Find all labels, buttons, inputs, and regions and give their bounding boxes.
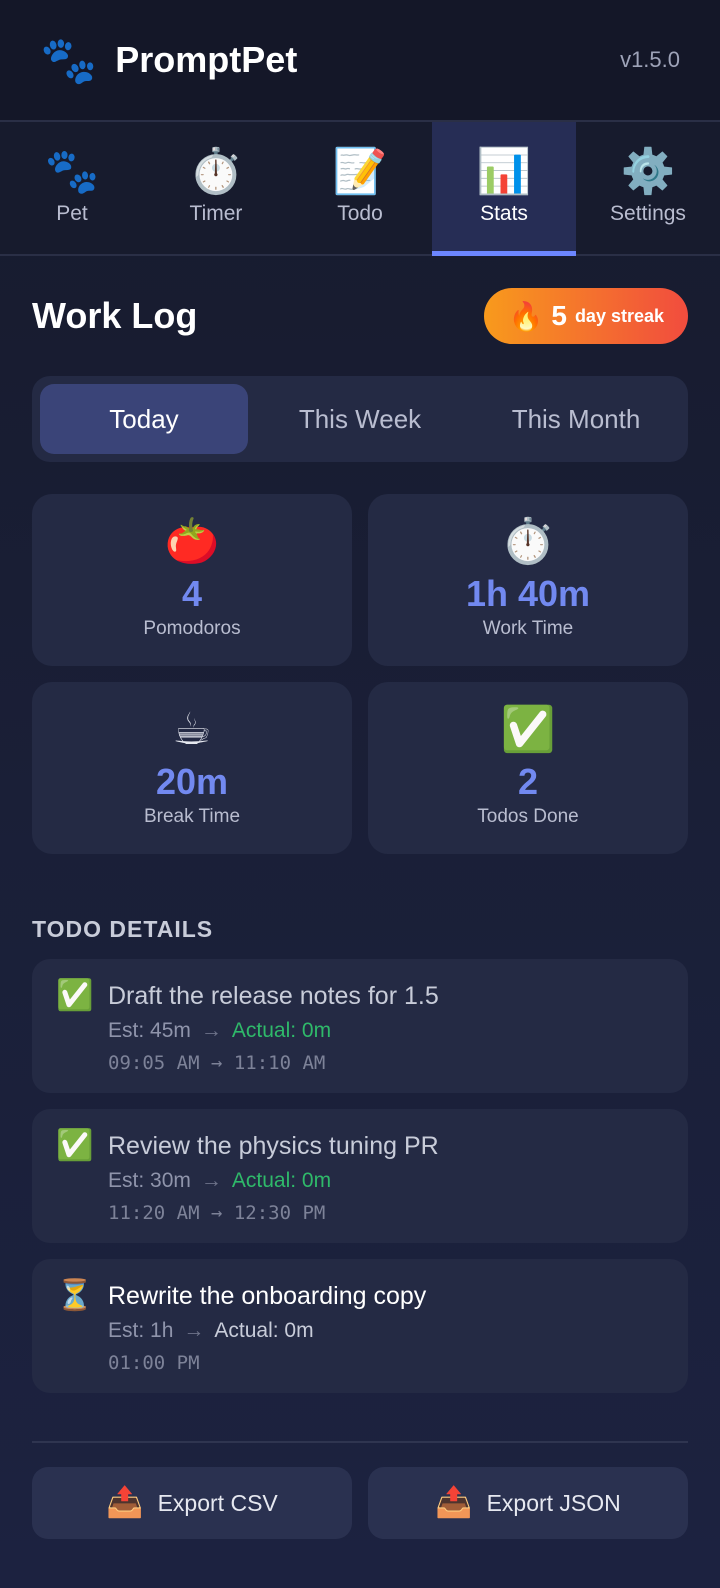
stopwatch-icon: ⏱️ — [500, 517, 556, 567]
range-this-week[interactable]: This Week — [256, 384, 464, 454]
export-json-button[interactable]: 📤 Export JSON — [368, 1467, 688, 1539]
stats-content: Work Log 🔥 5 day streak Today This Week … — [0, 288, 720, 1539]
brand: 🐾 PromptPet — [40, 37, 297, 83]
coffee-icon: ☕ — [172, 705, 212, 755]
todo-actual: Actual: 0m — [231, 1019, 332, 1042]
todo-list: ✅ Draft the release notes for 1.5 Est: 4… — [32, 959, 688, 1393]
todo-estimate: Est: 45m — [108, 1019, 191, 1042]
title-row: Work Log 🔥 5 day streak — [32, 288, 688, 344]
streak-count: 5 — [551, 300, 567, 331]
stat-card-work-time: ⏱️ 1h 40m Work Time — [368, 494, 688, 666]
tab-label: Stats — [480, 202, 528, 225]
tab-label: Todo — [337, 202, 383, 225]
check-icon: ✅ — [56, 1129, 94, 1162]
version-label: v1.5.0 — [620, 47, 680, 72]
tab-label: Timer — [189, 202, 243, 225]
stat-value: 1h 40m — [465, 573, 591, 615]
streak-badge: 🔥 5 day streak — [484, 288, 688, 344]
tab-label: Pet — [56, 202, 88, 225]
todo-estimate-row: Est: 45m → Actual: 0m — [108, 1017, 439, 1045]
todo-item: ✅ Draft the release notes for 1.5 Est: 4… — [32, 959, 688, 1093]
todo-estimate-row: Est: 30m → Actual: 0m — [108, 1167, 439, 1195]
export-csv-label: Export CSV — [157, 1489, 278, 1516]
todo-time-range: 01:00 PM — [108, 1352, 200, 1374]
page-title: Work Log — [32, 295, 198, 336]
check-icon: ✅ — [500, 705, 556, 755]
paw-icon: 🐾 — [44, 147, 100, 196]
app-header: 🐾 PromptPet v1.5.0 — [0, 0, 720, 122]
stat-label: Break Time — [143, 805, 241, 827]
stat-card-todos-done: ✅ 2 Todos Done — [368, 682, 688, 854]
stat-label: Pomodoros — [143, 617, 241, 639]
tab-label: Settings — [610, 202, 686, 225]
tab-timer[interactable]: ⏱️ Timer — [144, 122, 288, 254]
export-row: 📤 Export CSV 📤 Export JSON — [32, 1467, 688, 1539]
tab-settings[interactable]: ⚙️ Settings — [576, 122, 720, 254]
todo-estimate: Est: 30m — [108, 1169, 191, 1192]
todo-item: ⏳ Rewrite the onboarding copy Est: 1h → Ac… — [32, 1259, 688, 1393]
paw-icon: 🐾 — [40, 34, 98, 86]
todo-title: Draft the release notes for 1.5 — [108, 982, 439, 1010]
outbox-icon: 📤 — [435, 1486, 473, 1519]
stat-label: Work Time — [482, 617, 574, 639]
hourglass-icon: ⏳ — [56, 1279, 94, 1312]
stat-value: 20m — [155, 761, 229, 803]
todo-title: Review the physics tuning PR — [108, 1132, 439, 1160]
memo-icon: 📝 — [332, 147, 388, 196]
stat-label: Todos Done — [477, 805, 579, 827]
todo-item: ✅ Review the physics tuning PR Est: 30m →… — [32, 1109, 688, 1243]
main-tabs: 🐾 Pet ⏱️ Timer 📝 Todo 📊 Stats ⚙️ Setting… — [0, 122, 720, 256]
bar-chart-icon: 📊 — [476, 147, 532, 196]
todo-estimate: Est: 1h — [108, 1319, 174, 1342]
stats-grid: 🍅 4 Pomodoros ⏱️ 1h 40m Work Time ☕ 20m … — [32, 494, 688, 854]
todo-title: Rewrite the onboarding copy — [108, 1282, 427, 1310]
todo-actual: Actual: 0m — [214, 1319, 314, 1342]
export-json-label: Export JSON — [486, 1489, 621, 1516]
section-title: TODO DETAILS — [32, 916, 214, 942]
todo-time-range: 09:05 AM → 11:10 AM — [108, 1052, 326, 1074]
streak-label: day streak — [574, 305, 664, 326]
fire-icon: 🔥 — [508, 300, 544, 332]
app-name: PromptPet — [115, 39, 298, 80]
stopwatch-icon: ⏱️ — [188, 147, 244, 196]
tab-todo[interactable]: 📝 Todo — [288, 122, 432, 254]
gear-icon: ⚙️ — [620, 147, 676, 196]
tomato-icon: 🍅 — [164, 517, 220, 567]
stat-value: 2 — [517, 761, 539, 803]
range-today[interactable]: Today — [40, 384, 248, 454]
tab-stats[interactable]: 📊 Stats — [432, 122, 576, 256]
arrow-right-icon: → — [183, 1319, 205, 1342]
stat-value: 4 — [181, 573, 203, 615]
range-selector: Today This Week This Month — [32, 376, 688, 462]
arrow-right-icon: → — [200, 1019, 222, 1042]
todo-estimate-row: Est: 1h → Actual: 0m — [108, 1317, 426, 1345]
range-this-month[interactable]: This Month — [472, 384, 680, 454]
todo-time-range: 11:20 AM → 12:30 PM — [108, 1202, 326, 1224]
divider — [32, 1441, 688, 1443]
check-icon: ✅ — [56, 979, 94, 1012]
todo-actual: Actual: 0m — [231, 1169, 332, 1192]
tab-pet[interactable]: 🐾 Pet — [0, 122, 144, 254]
stat-card-pomodoros: 🍅 4 Pomodoros — [32, 494, 352, 666]
stat-card-break-time: ☕ 20m Break Time — [32, 682, 352, 854]
export-csv-button[interactable]: 📤 Export CSV — [32, 1467, 352, 1539]
arrow-right-icon: → — [200, 1169, 222, 1192]
outbox-icon: 📤 — [106, 1486, 144, 1519]
